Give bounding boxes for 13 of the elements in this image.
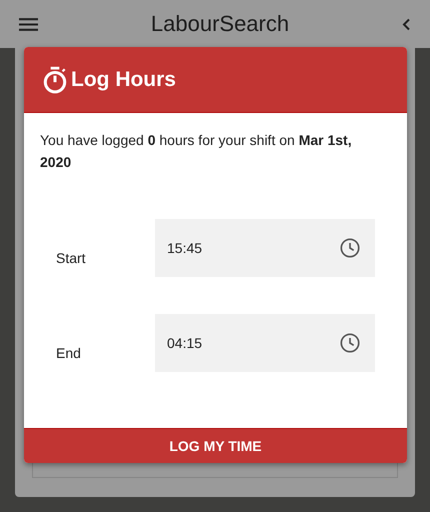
field-label: End — [55, 344, 82, 361]
menu-icon[interactable] — [19, 18, 38, 30]
time-field[interactable]: 15:45 — [155, 219, 375, 277]
time-field[interactable]: 04:15 — [155, 314, 375, 372]
dialog-title: Log Hours — [71, 68, 176, 92]
app-title: LabourSearch — [150, 11, 290, 37]
logged-hours-message: You have logged 0 hours for your shift on Mar 1st, 2020 — [40, 131, 353, 172]
clock-icon[interactable] — [339, 237, 361, 259]
back-icon[interactable] — [402, 18, 410, 30]
field-label: Start — [55, 249, 87, 266]
stopwatch-icon — [42, 66, 68, 94]
log-time-button[interactable]: LOG MY TIME — [24, 428, 407, 463]
clock-icon[interactable] — [339, 332, 361, 354]
